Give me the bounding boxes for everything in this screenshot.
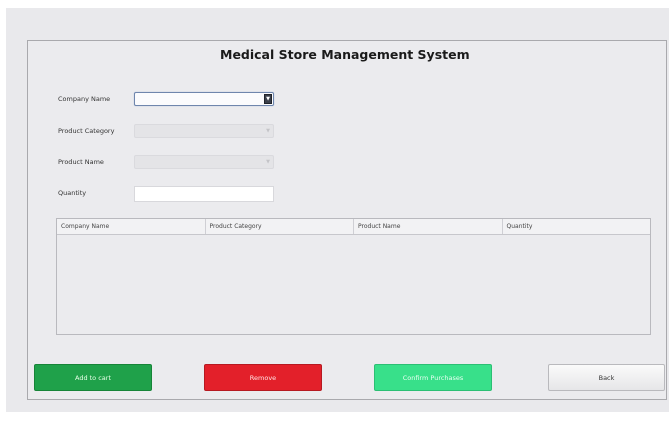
- table-header: Company Name Product Category Product Na…: [57, 219, 650, 235]
- add-to-cart-button[interactable]: Add to cart: [34, 364, 152, 391]
- cart-table[interactable]: Company Name Product Category Product Na…: [56, 218, 651, 335]
- product-name-dropdown[interactable]: ▼: [134, 155, 274, 169]
- remove-button[interactable]: Remove: [204, 364, 322, 391]
- product-category-dropdown[interactable]: ▼: [134, 124, 274, 138]
- chevron-down-icon[interactable]: ▼: [264, 94, 272, 104]
- back-button[interactable]: Back: [548, 364, 665, 391]
- column-header-company-name[interactable]: Company Name: [57, 219, 206, 234]
- page-title: Medical Store Management System: [220, 47, 470, 62]
- quantity-label: Quantity: [58, 189, 87, 197]
- quantity-input[interactable]: [134, 186, 274, 202]
- column-header-product-name[interactable]: Product Name: [354, 219, 503, 234]
- column-header-product-category[interactable]: Product Category: [206, 219, 354, 234]
- chevron-down-icon: ▼: [266, 127, 270, 134]
- company-name-label: Company Name: [58, 95, 111, 103]
- product-name-label: Product Name: [58, 158, 104, 166]
- column-header-quantity[interactable]: Quantity: [503, 219, 651, 234]
- chevron-down-icon: ▼: [266, 158, 270, 165]
- confirm-purchases-button[interactable]: Confirm Purchases: [374, 364, 492, 391]
- product-category-label: Product Category: [58, 127, 115, 135]
- company-name-dropdown[interactable]: ▼: [134, 92, 274, 106]
